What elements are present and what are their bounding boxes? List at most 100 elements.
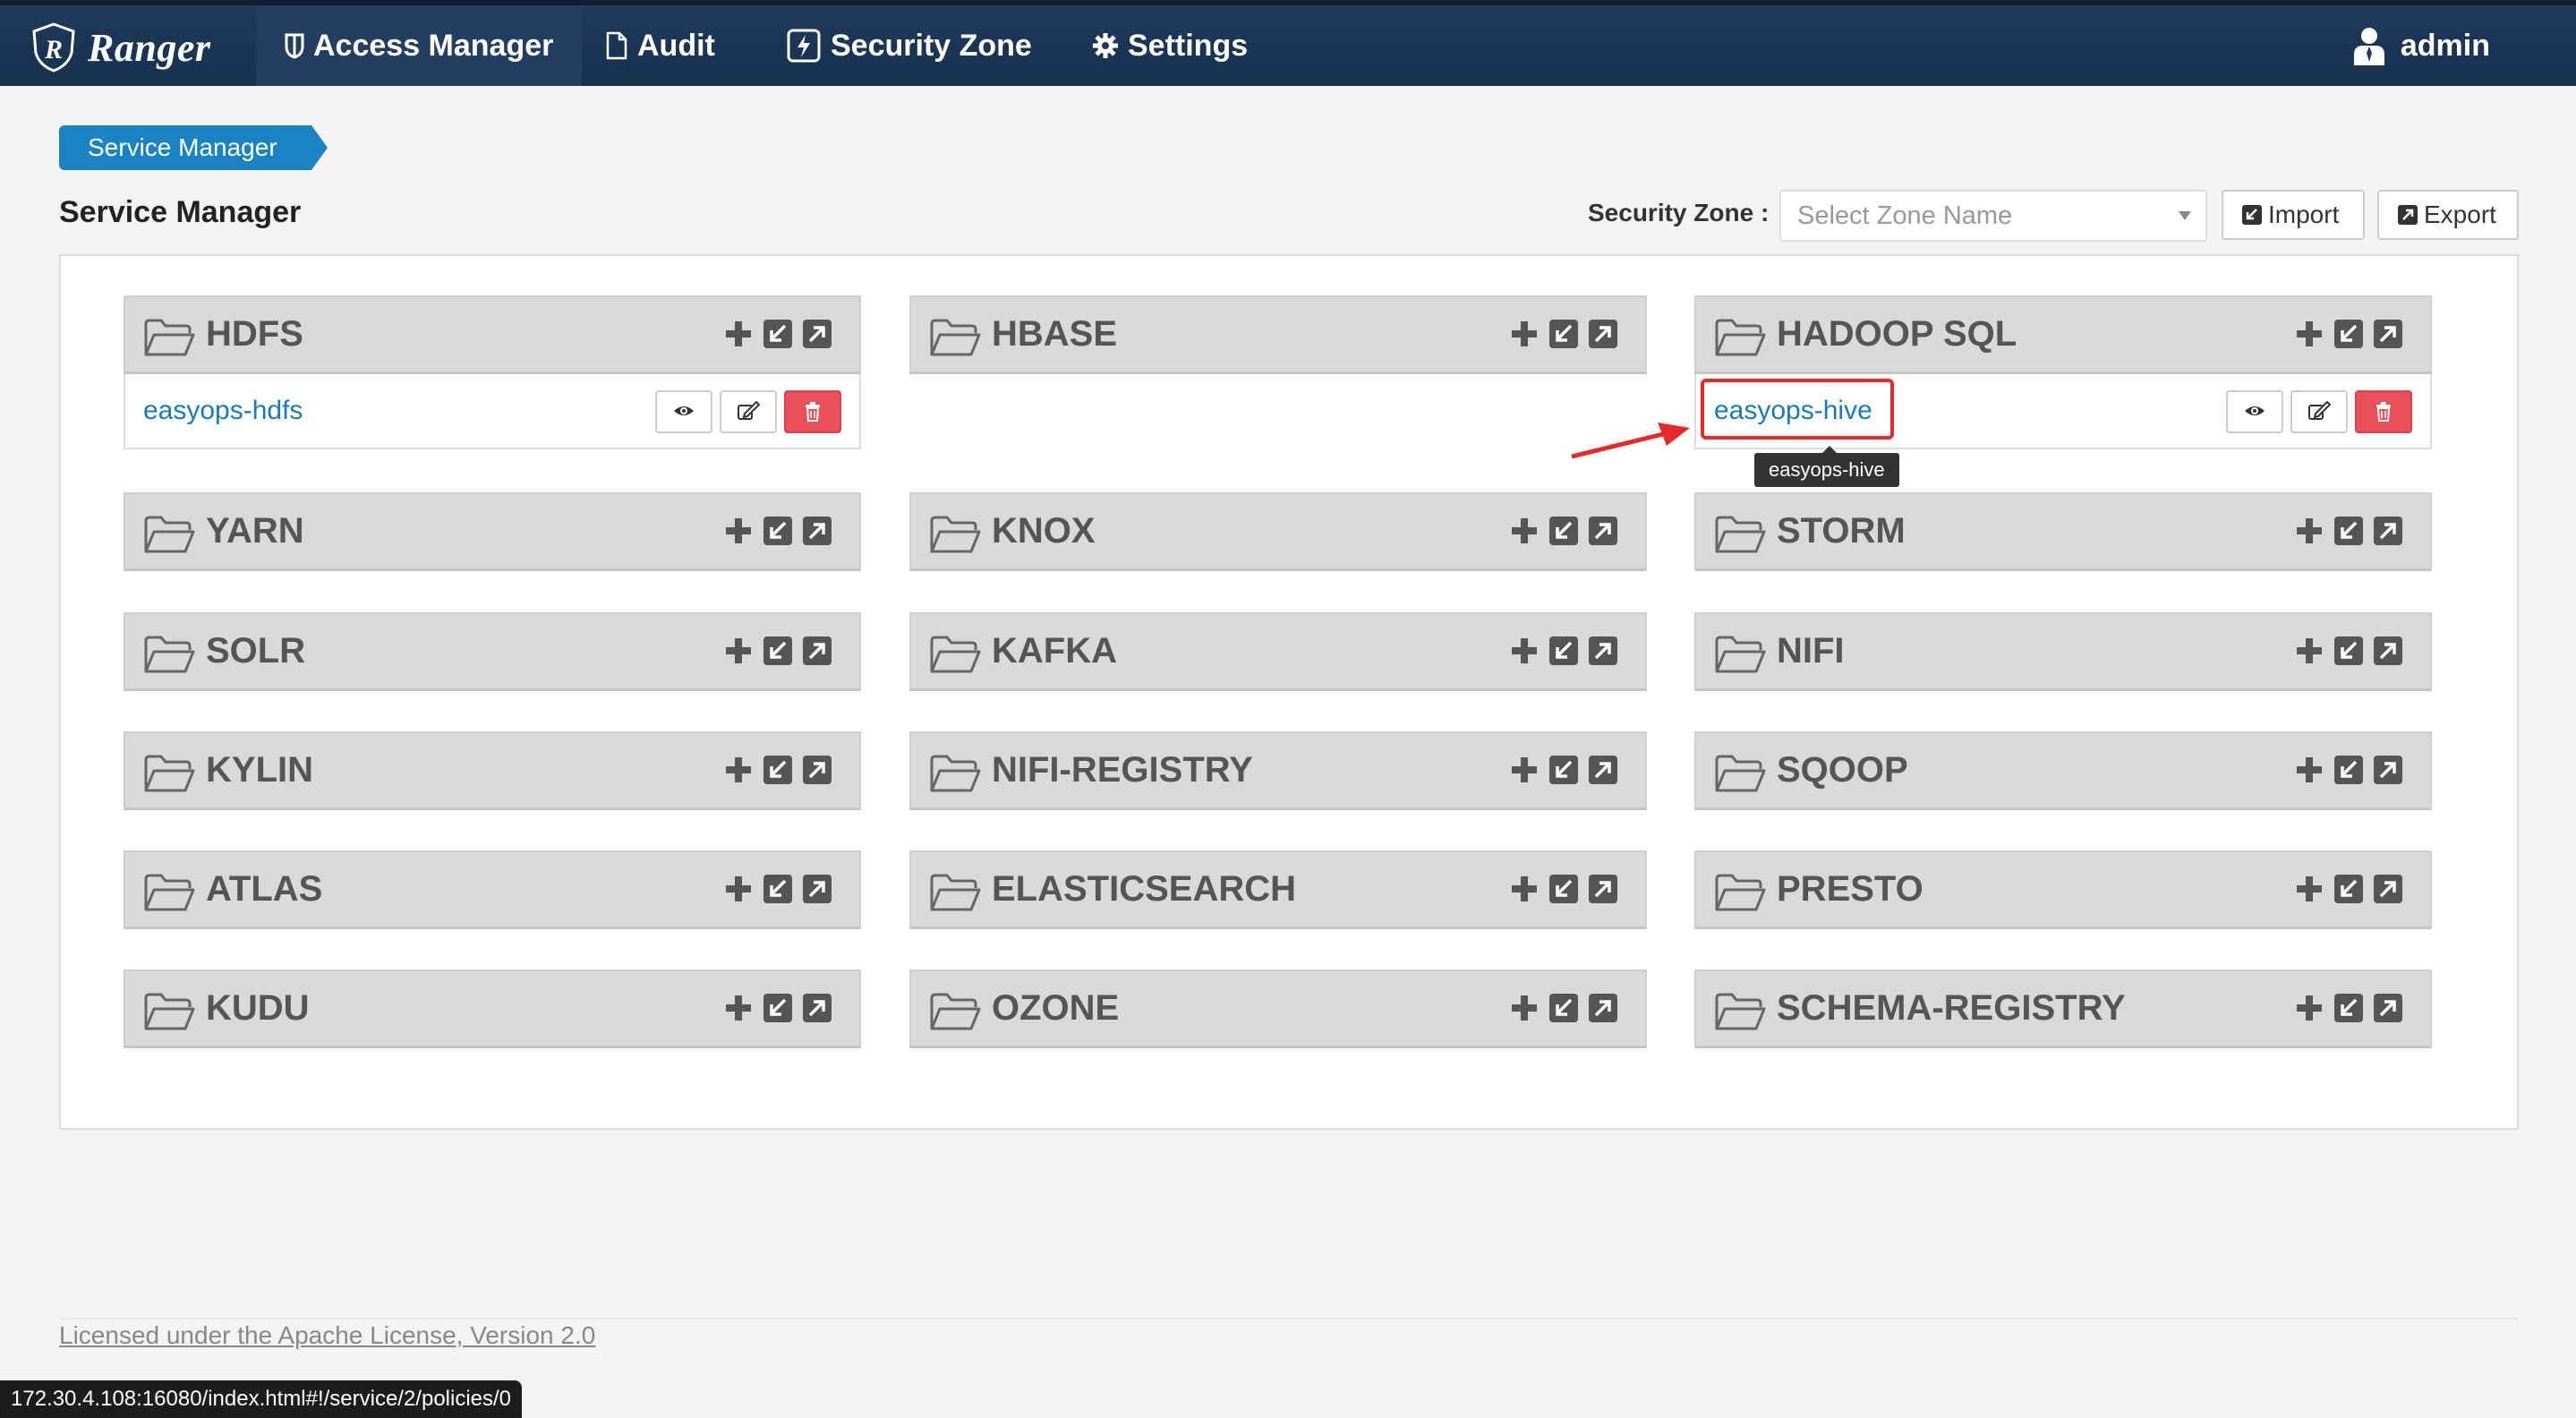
nav-settings[interactable]: Settings	[1092, 5, 1248, 86]
export-icon[interactable]	[802, 319, 832, 349]
folder-icon	[144, 993, 195, 1030]
import-icon[interactable]	[763, 636, 793, 666]
edit-service-button[interactable]	[2290, 390, 2348, 433]
file-icon	[606, 31, 627, 60]
export-icon[interactable]	[2373, 516, 2403, 546]
add-service-icon[interactable]	[1509, 755, 1540, 785]
add-service-icon[interactable]	[1509, 993, 1540, 1023]
nav-security-zone[interactable]: Security Zone	[786, 5, 1032, 86]
add-service-icon[interactable]	[2294, 636, 2324, 666]
service-actions	[2294, 755, 2403, 785]
service-card-header: HDFS	[124, 295, 861, 374]
service-card-header: KYLIN	[124, 731, 861, 810]
add-service-icon[interactable]	[723, 319, 754, 349]
add-service-icon[interactable]	[723, 993, 754, 1023]
add-service-icon[interactable]	[2294, 755, 2324, 785]
export-icon[interactable]	[2373, 636, 2403, 666]
service-card-header: YARN	[124, 492, 861, 571]
import-icon[interactable]	[2333, 636, 2364, 666]
folder-icon	[144, 755, 195, 792]
import-icon[interactable]	[1548, 755, 1579, 785]
export-icon[interactable]	[1588, 636, 1618, 666]
import-icon[interactable]	[2333, 319, 2364, 349]
add-service-icon[interactable]	[1509, 319, 1540, 349]
export-icon[interactable]	[802, 993, 832, 1023]
service-card: ATLAS	[124, 850, 861, 929]
nav-access-manager[interactable]: Access Manager	[256, 5, 583, 86]
folder-icon	[1715, 319, 1766, 356]
import-icon[interactable]	[2333, 874, 2364, 904]
export-icon[interactable]	[802, 516, 832, 546]
service-instance-link[interactable]: easyops-hdfs	[143, 396, 303, 426]
import-button[interactable]: Import	[2222, 190, 2365, 240]
export-icon[interactable]	[802, 874, 832, 904]
import-icon[interactable]	[763, 874, 793, 904]
import-icon[interactable]	[763, 755, 793, 785]
add-service-icon[interactable]	[1509, 874, 1540, 904]
security-zone-select[interactable]: Select Zone Name	[1779, 190, 2207, 242]
add-service-icon[interactable]	[1509, 636, 1540, 666]
import-icon[interactable]	[1548, 319, 1579, 349]
add-service-icon[interactable]	[2294, 874, 2324, 904]
view-service-button[interactable]	[655, 390, 712, 433]
import-icon[interactable]	[1548, 874, 1579, 904]
license-link[interactable]: Licensed under the Apache License, Versi…	[59, 1321, 595, 1350]
export-icon[interactable]	[1588, 874, 1618, 904]
add-service-icon[interactable]	[723, 516, 754, 546]
export-icon[interactable]	[802, 755, 832, 785]
folder-icon	[930, 319, 981, 356]
export-icon[interactable]	[2373, 993, 2403, 1023]
add-service-icon[interactable]	[2294, 319, 2324, 349]
folder-icon	[930, 874, 981, 911]
page-title: Service Manager	[59, 195, 302, 229]
service-card-header: PRESTO	[1694, 850, 2432, 929]
export-icon[interactable]	[2373, 874, 2403, 904]
add-service-icon[interactable]	[723, 636, 754, 666]
export-icon[interactable]	[1588, 755, 1618, 785]
import-icon[interactable]	[1548, 993, 1579, 1023]
brand[interactable]: R Ranger	[27, 16, 210, 79]
import-icon[interactable]	[763, 516, 793, 546]
folder-icon	[1715, 993, 1766, 1030]
edit-icon	[2308, 401, 2331, 420]
delete-service-button[interactable]	[784, 390, 841, 433]
import-icon[interactable]	[2333, 516, 2364, 546]
service-type-title: KYLIN	[206, 750, 313, 790]
edit-service-button[interactable]	[720, 390, 777, 433]
service-card-header: NIFI	[1694, 612, 2432, 691]
service-card: SCHEMA-REGISTRY	[1694, 970, 2432, 1048]
add-service-icon[interactable]	[723, 755, 754, 785]
export-icon[interactable]	[1588, 516, 1618, 546]
import-icon[interactable]	[2333, 755, 2364, 785]
nav-audit[interactable]: Audit	[605, 5, 715, 86]
add-service-icon[interactable]	[2294, 993, 2324, 1023]
brand-name: Ranger	[88, 25, 211, 70]
export-button[interactable]: Export	[2377, 190, 2519, 240]
service-card-header: STORM	[1694, 492, 2432, 571]
delete-service-button[interactable]	[2355, 390, 2412, 433]
shield-icon	[285, 33, 304, 59]
service-card: KAFKA	[909, 612, 1647, 691]
export-icon[interactable]	[802, 636, 832, 666]
view-service-button[interactable]	[2226, 390, 2283, 433]
user-menu[interactable]: admin	[2352, 5, 2490, 86]
ranger-logo-icon: R	[32, 22, 75, 73]
import-icon[interactable]	[763, 993, 793, 1023]
import-icon[interactable]	[763, 319, 793, 349]
status-url: 172.30.4.108:16080/index.html#!/service/…	[11, 1387, 512, 1411]
import-icon[interactable]	[2333, 993, 2364, 1023]
export-icon[interactable]	[2373, 319, 2403, 349]
import-icon[interactable]	[1548, 636, 1579, 666]
add-service-icon[interactable]	[1509, 516, 1540, 546]
breadcrumb[interactable]: Service Manager	[59, 125, 328, 170]
service-type-title: KAFKA	[992, 631, 1117, 671]
export-icon[interactable]	[1588, 319, 1618, 349]
export-icon[interactable]	[1588, 993, 1618, 1023]
import-icon[interactable]	[1548, 516, 1579, 546]
export-icon[interactable]	[2373, 755, 2403, 785]
add-service-icon[interactable]	[2294, 516, 2324, 546]
add-service-icon[interactable]	[723, 874, 754, 904]
service-actions	[723, 874, 832, 904]
trash-icon	[2376, 402, 2391, 422]
top-navbar: R Ranger Access Manager Audit Security Z…	[0, 0, 2576, 86]
